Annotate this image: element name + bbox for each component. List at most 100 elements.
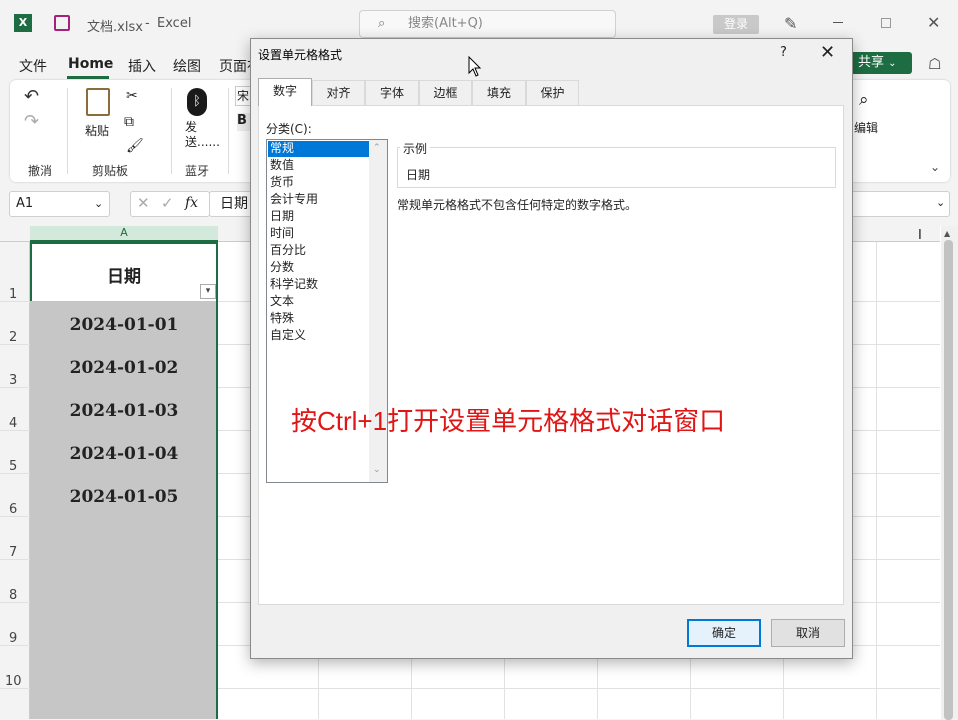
category-item-date[interactable]: 日期 [270, 208, 368, 225]
paste-label[interactable]: 粘贴 [85, 122, 109, 139]
dialog-title: 设置单元格格式 [258, 48, 343, 62]
category-item-scientific[interactable]: 科学记数 [270, 276, 368, 293]
date-cell[interactable]: 2024-01-01 [30, 315, 218, 335]
sample-group [397, 147, 836, 188]
insert-function-icon[interactable]: fx [185, 195, 198, 211]
listbox-scroll-up-icon[interactable]: ⌃ [373, 143, 381, 153]
cancel-edit-icon[interactable]: ✕ [137, 194, 150, 212]
column-gridline [876, 242, 877, 719]
clipboard-group-label: 剪贴板 [92, 164, 129, 178]
category-item-number[interactable]: 数值 [270, 157, 368, 174]
edit-label[interactable]: 编辑 [854, 119, 878, 136]
date-cell[interactable]: 2024-01-03 [30, 401, 218, 421]
bold-button[interactable]: B [237, 113, 251, 131]
share-label: 共享 [858, 55, 885, 70]
maximize-icon[interactable] [881, 18, 891, 28]
format-description: 常规单元格格式不包含任何特定的数字格式。 [397, 198, 638, 212]
login-button[interactable]: 登录 [713, 15, 759, 34]
bluetooth-send-label[interactable]: 发送...... [185, 120, 220, 150]
date-cell[interactable]: 2024-01-04 [30, 444, 218, 464]
format-painter-icon[interactable]: 🖌 [126, 138, 144, 154]
text-cursor-icon: I [918, 228, 922, 243]
bluetooth-icon[interactable]: ᛒ [187, 88, 207, 116]
ribbon-collapse-icon[interactable]: ⌄ [930, 160, 940, 174]
tab-protection[interactable]: 保护 [526, 80, 579, 105]
menu-insert[interactable]: 插入 [128, 56, 156, 76]
save-icon[interactable] [54, 15, 70, 31]
scroll-up-icon[interactable]: ▲ [944, 229, 950, 238]
category-item-time[interactable]: 时间 [270, 225, 368, 242]
name-box-dropdown-icon[interactable]: ⌄ [94, 197, 103, 210]
menu-file[interactable]: 文件 [19, 56, 47, 76]
listbox-scroll-down-icon[interactable]: ⌄ [373, 465, 381, 475]
column-header-a[interactable]: A [30, 226, 218, 242]
confirm-edit-icon[interactable]: ✓ [161, 194, 174, 212]
row-headers [0, 242, 30, 719]
undo-icon[interactable]: ↶ [24, 86, 39, 107]
date-cell[interactable]: 2024-01-02 [30, 358, 218, 378]
date-cell[interactable]: 2024-01-05 [30, 487, 218, 507]
bluetooth-group-label: 蓝牙 [185, 164, 210, 178]
menu-home[interactable]: Home [68, 56, 113, 72]
tab-fill[interactable]: 填充 [472, 80, 526, 105]
tutorial-annotation: 按Ctrl+1打开设置单元格格式对话窗口 [291, 406, 726, 436]
category-item-special[interactable]: 特殊 [270, 310, 368, 327]
ribbon-divider [228, 88, 229, 174]
window-app-name: Excel [157, 16, 192, 31]
menu-draw[interactable]: 绘图 [173, 56, 201, 76]
mouse-pointer-icon [468, 56, 482, 77]
menu-page-layout[interactable]: 页面布 [219, 56, 251, 76]
cut-icon[interactable]: ✂ [126, 88, 138, 104]
find-icon[interactable]: ⌕ [859, 90, 869, 110]
selection-border [216, 242, 218, 719]
category-item-currency[interactable]: 货币 [270, 174, 368, 191]
category-item-accounting[interactable]: 会计专用 [270, 191, 368, 208]
row-number[interactable]: 1 [0, 287, 30, 302]
row-number[interactable]: 2 [0, 330, 30, 345]
ribbon-divider [171, 88, 172, 174]
category-item-text[interactable]: 文本 [270, 293, 368, 310]
category-item-percentage[interactable]: 百分比 [270, 242, 368, 259]
row-number[interactable]: 5 [0, 459, 30, 474]
row-number[interactable]: 6 [0, 502, 30, 517]
title-separator: - [145, 16, 150, 31]
filter-dropdown-icon[interactable]: ▾ [200, 284, 216, 299]
copy-icon[interactable]: ⧉ [124, 114, 134, 130]
row-number[interactable]: 4 [0, 416, 30, 431]
search-icon: ⌕ [378, 16, 386, 31]
formula-expand-icon[interactable]: ⌄ [936, 196, 945, 209]
pen-icon[interactable]: ✎ [784, 14, 797, 33]
category-item-custom[interactable]: 自定义 [270, 327, 368, 344]
active-tab-indicator [67, 76, 109, 79]
tab-border[interactable]: 边框 [419, 80, 472, 105]
row-number[interactable]: 8 [0, 588, 30, 603]
tab-font[interactable]: 字体 [365, 80, 419, 105]
undo-group-label: 撤消 [28, 164, 53, 178]
minimize-icon[interactable] [833, 22, 843, 23]
row-number[interactable]: 7 [0, 545, 30, 560]
category-label: 分类(C): [266, 122, 312, 136]
category-item-general[interactable]: 常规 [270, 140, 368, 157]
dialog-close-button[interactable]: ✕ [820, 42, 835, 63]
row-number[interactable]: 3 [0, 373, 30, 388]
share-button[interactable]: 共享 ⌄ [848, 52, 912, 74]
ok-button[interactable]: 确定 [687, 619, 761, 647]
comments-icon[interactable]: ☖ [928, 55, 941, 73]
row-number[interactable]: 9 [0, 631, 30, 646]
sample-label: 示例 [400, 140, 431, 157]
cancel-button[interactable]: 取消 [771, 619, 845, 647]
window-filename: 文档.xlsx [87, 20, 143, 35]
header-cell-text: 日期 [107, 267, 141, 287]
font-name-box[interactable]: 宋 [235, 86, 251, 106]
excel-logo-icon: X [14, 14, 32, 32]
tab-number[interactable]: 数字 [258, 78, 312, 106]
category-item-fraction[interactable]: 分数 [270, 259, 368, 276]
help-button[interactable]: ? [780, 45, 787, 60]
tab-alignment[interactable]: 对齐 [312, 80, 365, 105]
row-number[interactable]: 10 [0, 674, 30, 689]
search-input[interactable]: 搜索(Alt+Q) [359, 10, 616, 38]
scrollbar-thumb[interactable] [944, 240, 953, 720]
redo-icon[interactable]: ↷ [24, 111, 39, 132]
window-close-icon[interactable]: ✕ [927, 13, 940, 32]
paste-icon[interactable] [86, 88, 110, 116]
